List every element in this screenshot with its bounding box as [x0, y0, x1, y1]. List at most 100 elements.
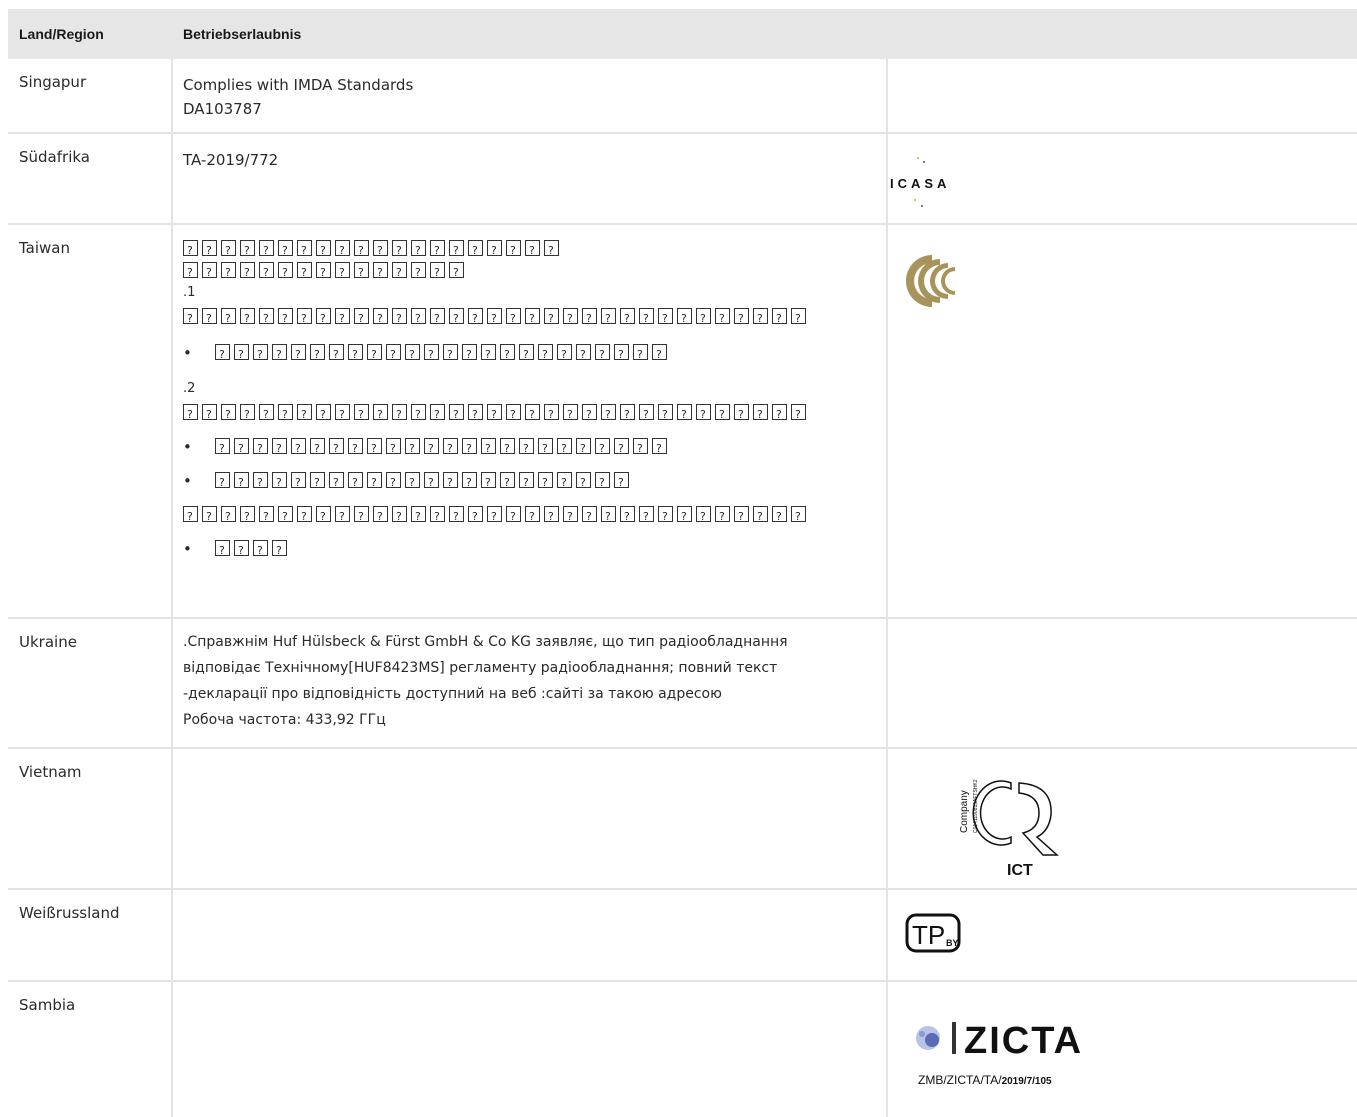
missing-glyph — [386, 344, 401, 366]
ict-logo: Company C0141190819AFTSHK2 ICT — [959, 779, 1059, 879]
missing-glyph — [373, 404, 388, 426]
approval-line: TA-2019/772 — [183, 151, 279, 169]
missing-glyph — [310, 472, 325, 494]
missing-glyph — [373, 308, 388, 330]
missing-glyph — [449, 262, 464, 284]
missing-glyph — [411, 404, 426, 426]
table-row-singapore: Singapur Complies with IMDA Standards DA… — [8, 59, 1357, 134]
missing-glyph — [430, 240, 445, 262]
missing-glyph — [278, 240, 293, 262]
missing-glyph — [259, 308, 274, 330]
missing-glyph — [329, 438, 344, 460]
missing-glyph — [405, 438, 420, 460]
missing-glyph — [538, 438, 553, 460]
missing-glyph — [772, 308, 787, 330]
missing-glyph — [500, 344, 515, 366]
logo-ref-prefix: ZMB/ZICTA/TA/ — [918, 1073, 1002, 1087]
missing-glyph — [614, 344, 629, 366]
missing-glyph — [576, 472, 591, 494]
missing-glyph — [443, 472, 458, 494]
missing-glyph — [620, 506, 635, 528]
missing-glyph — [696, 404, 711, 426]
missing-glyph — [221, 262, 236, 284]
ncc-logo — [906, 255, 955, 307]
missing-glyph — [335, 404, 350, 426]
missing-glyph — [234, 344, 249, 366]
missing-glyph — [183, 506, 198, 528]
missing-glyph — [753, 308, 768, 330]
missing-glyph — [652, 344, 667, 366]
missing-glyph — [563, 308, 578, 330]
missing-glyph — [563, 506, 578, 528]
missing-glyph — [335, 308, 350, 330]
missing-glyph — [424, 472, 439, 494]
missing-glyph — [221, 404, 236, 426]
missing-glyph — [481, 438, 496, 460]
missing-glyph — [449, 506, 464, 528]
missing-glyph — [259, 262, 274, 284]
approval-table: Land/Region Betriebserlaubnis Singapur C… — [8, 9, 1357, 1117]
missing-glyph — [468, 506, 483, 528]
missing-glyph — [772, 404, 787, 426]
missing-glyph — [240, 240, 255, 262]
missing-glyph — [272, 344, 287, 366]
missing-glyph — [582, 308, 597, 330]
missing-glyph — [297, 262, 312, 284]
missing-glyph — [240, 404, 255, 426]
missing-glyph — [215, 540, 230, 562]
missing-glyph — [354, 240, 369, 262]
missing-glyph — [500, 438, 515, 460]
missing-glyph — [316, 240, 331, 262]
missing-glyph — [658, 506, 673, 528]
missing-glyph — [506, 308, 521, 330]
missing-glyph — [234, 438, 249, 460]
missing-glyph — [354, 404, 369, 426]
missing-glyph — [620, 308, 635, 330]
logo-by-text: BY — [946, 938, 959, 948]
missing-glyph — [386, 472, 401, 494]
missing-glyph — [215, 472, 230, 494]
missing-glyph — [576, 344, 591, 366]
table-row-vietnam: Vietnam Company C0141190819AFTSHK2 ICT — [8, 749, 1357, 890]
missing-glyph — [221, 308, 236, 330]
missing-glyph — [430, 404, 445, 426]
missing-glyph — [481, 472, 496, 494]
missing-glyph — [449, 240, 464, 262]
missing-glyph — [215, 438, 230, 460]
missing-glyph — [462, 472, 477, 494]
unrendered-text-line — [183, 504, 810, 528]
table-row-south-africa: Südafrika TA-2019/772 ICASA — [8, 134, 1357, 225]
missing-glyph — [297, 240, 312, 262]
missing-glyph — [329, 344, 344, 366]
missing-glyph — [791, 404, 806, 426]
missing-glyph — [468, 404, 483, 426]
missing-glyph — [297, 404, 312, 426]
missing-glyph — [354, 308, 369, 330]
missing-glyph — [696, 506, 711, 528]
missing-glyph — [525, 506, 540, 528]
missing-glyph — [734, 404, 749, 426]
missing-glyph — [272, 438, 287, 460]
missing-glyph — [183, 308, 198, 330]
missing-glyph — [595, 438, 610, 460]
list-number: .1 — [183, 285, 196, 300]
missing-glyph — [335, 262, 350, 284]
logo-ict-label: ICT — [1007, 862, 1033, 879]
missing-glyph — [278, 262, 293, 284]
missing-glyph — [424, 344, 439, 366]
missing-glyph — [487, 240, 502, 262]
missing-glyph — [462, 344, 477, 366]
list-item — [183, 436, 810, 460]
missing-glyph — [652, 438, 667, 460]
missing-glyph — [240, 262, 255, 284]
unrendered-text-line — [183, 402, 810, 426]
logo-tp-text: TP — [912, 920, 945, 950]
missing-glyph — [633, 438, 648, 460]
missing-glyph — [791, 308, 806, 330]
missing-glyph — [297, 506, 312, 528]
missing-glyph — [215, 344, 230, 366]
missing-glyph — [601, 404, 616, 426]
missing-glyph — [316, 262, 331, 284]
missing-glyph — [240, 308, 255, 330]
missing-glyph — [183, 262, 198, 284]
